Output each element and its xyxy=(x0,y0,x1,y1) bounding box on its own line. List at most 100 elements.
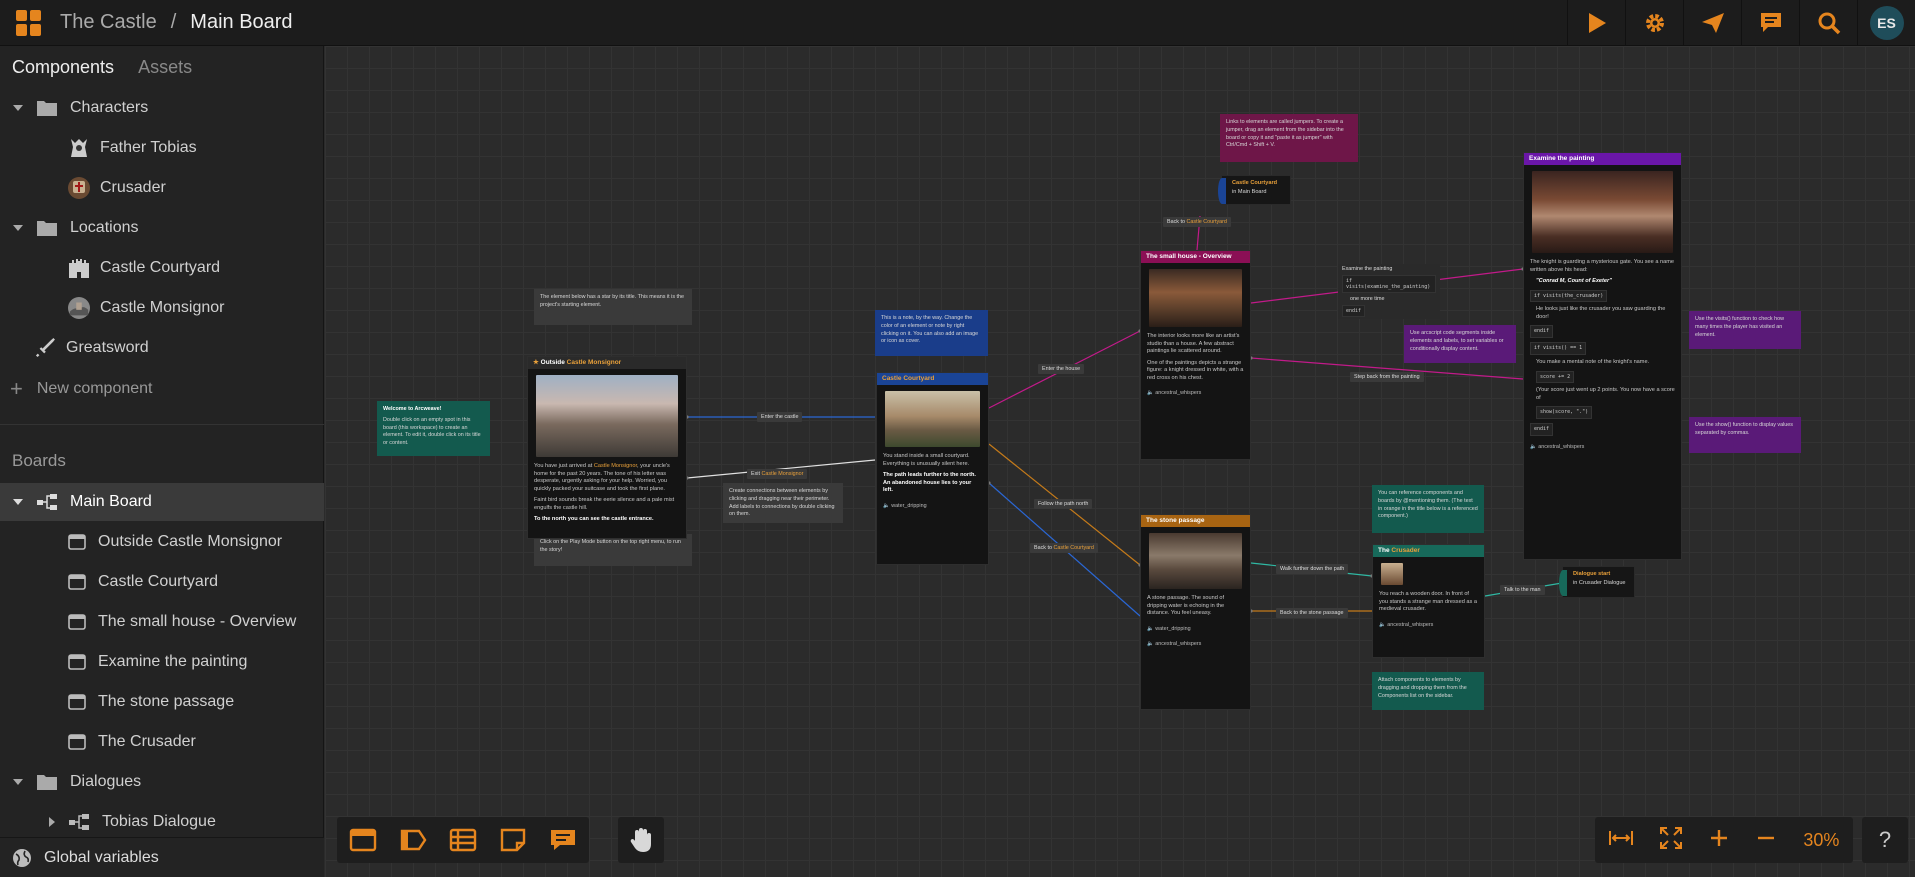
note-color[interactable]: This is a note, by the way. Change the c… xyxy=(875,310,988,356)
fit-width-button[interactable] xyxy=(1608,829,1633,852)
pan-tool-button[interactable] xyxy=(618,817,664,863)
label-talk-to-man[interactable]: Talk to the man xyxy=(1500,585,1545,595)
tree-label: Outside Castle Monsignor xyxy=(98,533,283,550)
element-stone-passage[interactable]: The stone passage A stone passage. The s… xyxy=(1140,514,1251,710)
tree-item-greatsword[interactable]: Greatsword xyxy=(0,329,324,367)
fit-screen-icon xyxy=(1659,826,1682,849)
caret-down-icon[interactable] xyxy=(12,102,24,114)
element-header[interactable]: The Crusader xyxy=(1373,545,1484,557)
element-header[interactable]: The small house - Overview xyxy=(1141,251,1250,263)
fit-screen-button[interactable] xyxy=(1659,826,1682,854)
label-examine-painting[interactable]: Examine the painting if visits(examine_t… xyxy=(1338,264,1440,319)
jumper-castle-courtyard[interactable]: Castle Courtyard in Main Board xyxy=(1218,175,1291,205)
global-variables-button[interactable]: Global variables xyxy=(0,837,324,877)
note-arcscript[interactable]: Use arcscript code segments inside eleme… xyxy=(1404,325,1516,363)
element-header[interactable]: Examine the painting xyxy=(1524,153,1681,165)
element-header[interactable]: ★ Outside Castle Monsignor xyxy=(528,357,686,369)
add-element-button[interactable] xyxy=(345,822,381,858)
label-follow-path[interactable]: Follow the path north xyxy=(1034,499,1093,509)
tree-label: Father Tobias xyxy=(100,139,197,156)
label-enter-castle[interactable]: Enter the castle xyxy=(757,412,803,422)
settings-button[interactable] xyxy=(1625,0,1683,46)
tree-element-castle-courtyard[interactable]: Castle Courtyard xyxy=(0,563,324,601)
element-header[interactable]: Castle Courtyard xyxy=(877,373,988,385)
caret-down-icon[interactable] xyxy=(12,496,24,508)
breadcrumb-separator: / xyxy=(170,11,177,33)
tree-element-small-house[interactable]: The small house - Overview xyxy=(0,603,324,641)
element-text: You stand inside a small courtyard. Ever… xyxy=(883,453,970,467)
note-starting-element[interactable]: The element below has a star by its titl… xyxy=(534,289,692,325)
search-button[interactable] xyxy=(1799,0,1857,46)
breadcrumb-board: Main Board xyxy=(190,11,293,33)
share-button[interactable] xyxy=(1683,0,1741,46)
audio-attachment[interactable]: 🔈 ancestral_whispers xyxy=(1524,440,1681,455)
note-connections[interactable]: Create connections between elements by c… xyxy=(723,483,843,523)
board-canvas[interactable]: Welcome to Arcweave! Double click on an … xyxy=(325,46,1915,877)
element-cover-image xyxy=(1532,171,1673,253)
play-mode-button[interactable] xyxy=(1567,0,1625,46)
caret-right-icon[interactable] xyxy=(46,816,58,828)
arcscript-code: endif xyxy=(1530,325,1554,339)
crusader-component-thumbnail[interactable] xyxy=(1381,563,1403,585)
label-back-to-courtyard-jumper[interactable]: Back to Castle Courtyard xyxy=(1163,217,1231,227)
tree-board-tobias-dialogue[interactable]: Tobias Dialogue xyxy=(0,803,324,841)
audio-attachment[interactable]: 🔈 ancestral_whispers xyxy=(1141,386,1250,401)
note-welcome[interactable]: Welcome to Arcweave! Double click on an … xyxy=(377,401,490,456)
caret-down-icon[interactable] xyxy=(12,776,24,788)
label-text: one more time xyxy=(1350,296,1385,302)
audio-attachment[interactable]: 🔈 ancestral_whispers xyxy=(1141,637,1250,652)
label-exit-castle[interactable]: Exit Castle Monsignor xyxy=(747,469,808,479)
comments-button[interactable] xyxy=(1741,0,1799,46)
element-header[interactable]: The stone passage xyxy=(1141,515,1250,527)
zoom-level[interactable]: 30% xyxy=(1803,830,1839,851)
tree-item-father-tobias[interactable]: Father Tobias xyxy=(0,129,324,167)
note-visits-function[interactable]: Use the visits() function to check how m… xyxy=(1689,311,1801,349)
user-avatar[interactable]: ES xyxy=(1869,6,1904,40)
tab-assets[interactable]: Assets xyxy=(138,57,192,78)
tree-element-crusader[interactable]: The Crusader xyxy=(0,723,324,761)
tree-item-castle-monsignor[interactable]: Castle Monsignor xyxy=(0,289,324,327)
element-outside-castle-monsignor[interactable]: ★ Outside Castle Monsignor You have just… xyxy=(527,356,687,539)
element-small-house-overview[interactable]: The small house - Overview The interior … xyxy=(1140,250,1251,460)
jumper-dialogue-start[interactable]: Dialogue start in Crusader Dialogue xyxy=(1559,566,1635,598)
user-menu[interactable]: ES xyxy=(1857,0,1915,46)
audio-attachment[interactable]: 🔈 water_dripping xyxy=(877,499,988,514)
new-component-button[interactable]: + New component xyxy=(0,370,324,408)
tab-components[interactable]: Components xyxy=(12,57,114,78)
breadcrumb-project[interactable]: The Castle xyxy=(60,11,157,34)
add-comment-button[interactable] xyxy=(545,822,581,858)
apps-grid-icon[interactable] xyxy=(16,9,42,36)
tree-item-crusader[interactable]: Crusader xyxy=(0,169,324,207)
tree-element-examine-painting[interactable]: Examine the painting xyxy=(0,643,324,681)
element-examine-painting[interactable]: Examine the painting The knight is guard… xyxy=(1523,152,1682,560)
element-title: Outside xyxy=(540,359,565,366)
tree-folder-locations[interactable]: Locations xyxy=(0,209,324,247)
caret-down-icon[interactable] xyxy=(12,222,24,234)
label-back-stone-passage[interactable]: Back to the stone passage xyxy=(1276,608,1348,618)
add-note-button[interactable] xyxy=(495,822,531,858)
tree-element-stone-passage[interactable]: The stone passage xyxy=(0,683,324,721)
audio-attachment[interactable]: 🔈 ancestral_whispers xyxy=(1373,618,1484,633)
tree-board-main-board[interactable]: Main Board xyxy=(0,483,324,521)
note-reference[interactable]: You can reference components and boards … xyxy=(1372,485,1484,533)
tree-folder-characters[interactable]: Characters xyxy=(0,89,324,127)
note-attach-components[interactable]: Attach components to elements by draggin… xyxy=(1372,672,1484,710)
tree-folder-dialogues[interactable]: Dialogues xyxy=(0,763,324,801)
note-jumpers[interactable]: Links to elements are called jumpers. To… xyxy=(1220,114,1358,162)
label-walk-further[interactable]: Walk further down the path xyxy=(1276,564,1349,574)
tree-element-outside-castle[interactable]: Outside Castle Monsignor xyxy=(0,523,324,561)
add-jumper-button[interactable] xyxy=(395,822,431,858)
element-castle-courtyard[interactable]: Castle Courtyard You stand inside a smal… xyxy=(876,372,989,565)
audio-attachment[interactable]: 🔈 water_dripping xyxy=(1141,622,1250,637)
help-button[interactable]: ? xyxy=(1862,817,1908,863)
label-back-to-courtyard[interactable]: Back to Castle Courtyard xyxy=(1030,543,1098,553)
zoom-in-button[interactable] xyxy=(1709,828,1729,853)
zoom-out-button[interactable] xyxy=(1756,828,1776,853)
label-enter-house[interactable]: Enter the house xyxy=(1038,364,1085,374)
tree-item-castle-courtyard[interactable]: Castle Courtyard xyxy=(0,249,324,287)
label-step-back[interactable]: Step back from the painting xyxy=(1350,372,1424,382)
folder-icon xyxy=(37,221,57,236)
element-crusader[interactable]: The Crusader You reach a wooden door. In… xyxy=(1372,544,1485,658)
add-branch-button[interactable] xyxy=(445,822,481,858)
note-show-function[interactable]: Use the show() function to display value… xyxy=(1689,417,1801,453)
